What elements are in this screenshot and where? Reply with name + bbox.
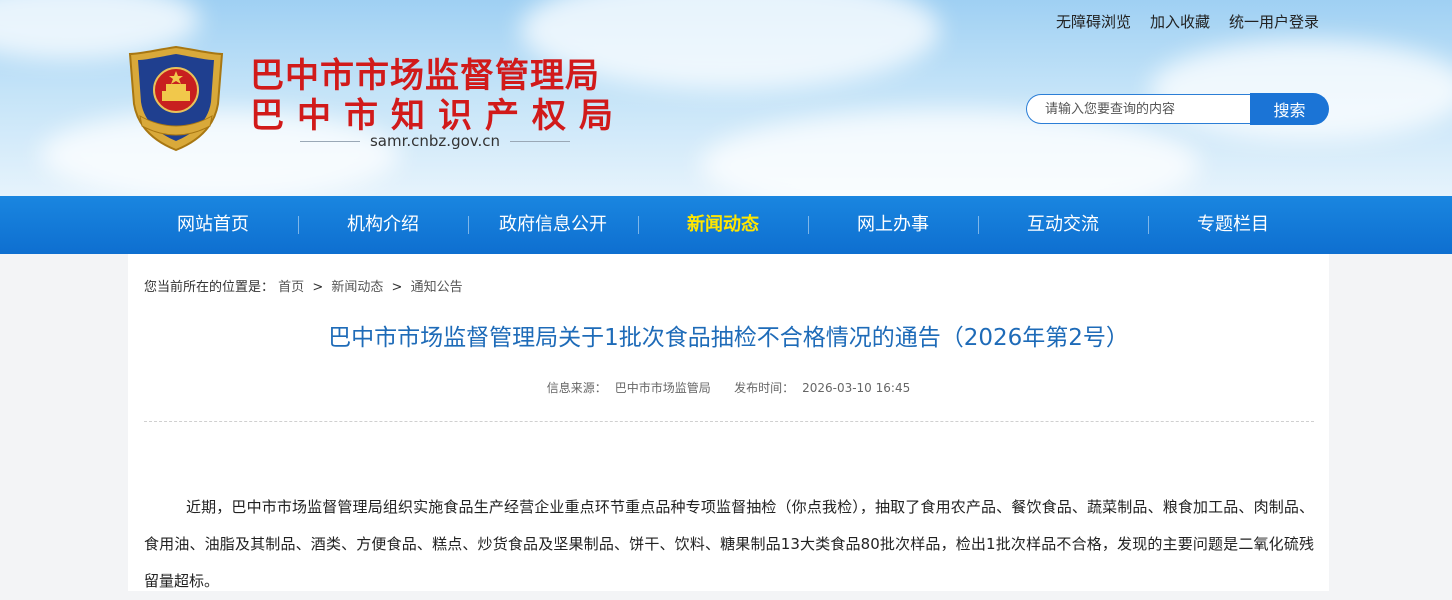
divider-line [510,140,570,142]
site-domain: samr.cnbz.gov.cn [300,131,570,151]
nav-item-gov-info[interactable]: 政府信息公开 [468,196,638,254]
breadcrumb-separator: > [391,280,403,295]
search-input[interactable] [1026,94,1250,124]
main-nav: 网站首页 机构介绍 政府信息公开 新闻动态 网上办事 互动交流 专题栏目 [0,196,1452,254]
emblem-logo [128,45,224,152]
breadcrumb: 您当前所在的位置是： 首页 > 新闻动态 > 通知公告 [144,276,463,295]
article-container: 您当前所在的位置是： 首页 > 新闻动态 > 通知公告 巴中市市场监督管理局关于… [128,254,1329,591]
nav-separator [1148,216,1149,234]
nav-separator [298,216,299,234]
accessibility-link[interactable]: 无障碍浏览 [1056,11,1131,32]
content-divider [144,421,1314,422]
source-value: 巴中市市场监管局 [614,381,711,395]
search-button[interactable]: 搜索 [1250,93,1329,125]
domain-text: samr.cnbz.gov.cn [369,132,501,150]
nav-item-topics[interactable]: 专题栏目 [1148,196,1318,254]
nav-item-about[interactable]: 机构介绍 [298,196,468,254]
nav-item-news[interactable]: 新闻动态 [638,196,808,254]
nav-separator [638,216,639,234]
nav-item-home[interactable]: 网站首页 [128,196,298,254]
nav-separator [468,216,469,234]
date-value: 2026-03-10 16:45 [802,381,911,395]
add-favorite-link[interactable]: 加入收藏 [1150,11,1210,32]
site-title-line2: 巴中市知识产权局 [250,96,626,136]
article-body: 近期，巴中市市场监督管理局组织实施食品生产经营企业重点环节重点品种专项监督抽检（… [144,498,1314,590]
breadcrumb-notices[interactable]: 通知公告 [411,280,463,295]
article-meta: 信息来源： 巴中市市场监管局 发布时间： 2026-03-10 16:45 [128,379,1329,396]
breadcrumb-prefix: 您当前所在的位置是： [144,280,275,295]
nav-separator [978,216,979,234]
user-login-link[interactable]: 统一用户登录 [1229,11,1319,32]
breadcrumb-separator: > [312,280,324,295]
search-bar: 搜索 [1026,93,1329,126]
divider-line [300,140,360,142]
nav-item-interaction[interactable]: 互动交流 [978,196,1148,254]
breadcrumb-home[interactable]: 首页 [278,280,304,295]
top-links: 无障碍浏览 加入收藏 统一用户登录 [1056,11,1319,32]
source-label: 信息来源： [546,381,607,395]
site-header: 无障碍浏览 加入收藏 统一用户登录 巴中市市场监督管理局 巴中市知识产权局 sa… [0,0,1452,196]
breadcrumb-news[interactable]: 新闻动态 [331,280,383,295]
nav-item-online-services[interactable]: 网上办事 [808,196,978,254]
nav-separator [808,216,809,234]
date-label: 发布时间： [734,381,795,395]
article-title: 巴中市市场监督管理局关于1批次食品抽检不合格情况的通告（2026年第2号） [328,325,1129,351]
